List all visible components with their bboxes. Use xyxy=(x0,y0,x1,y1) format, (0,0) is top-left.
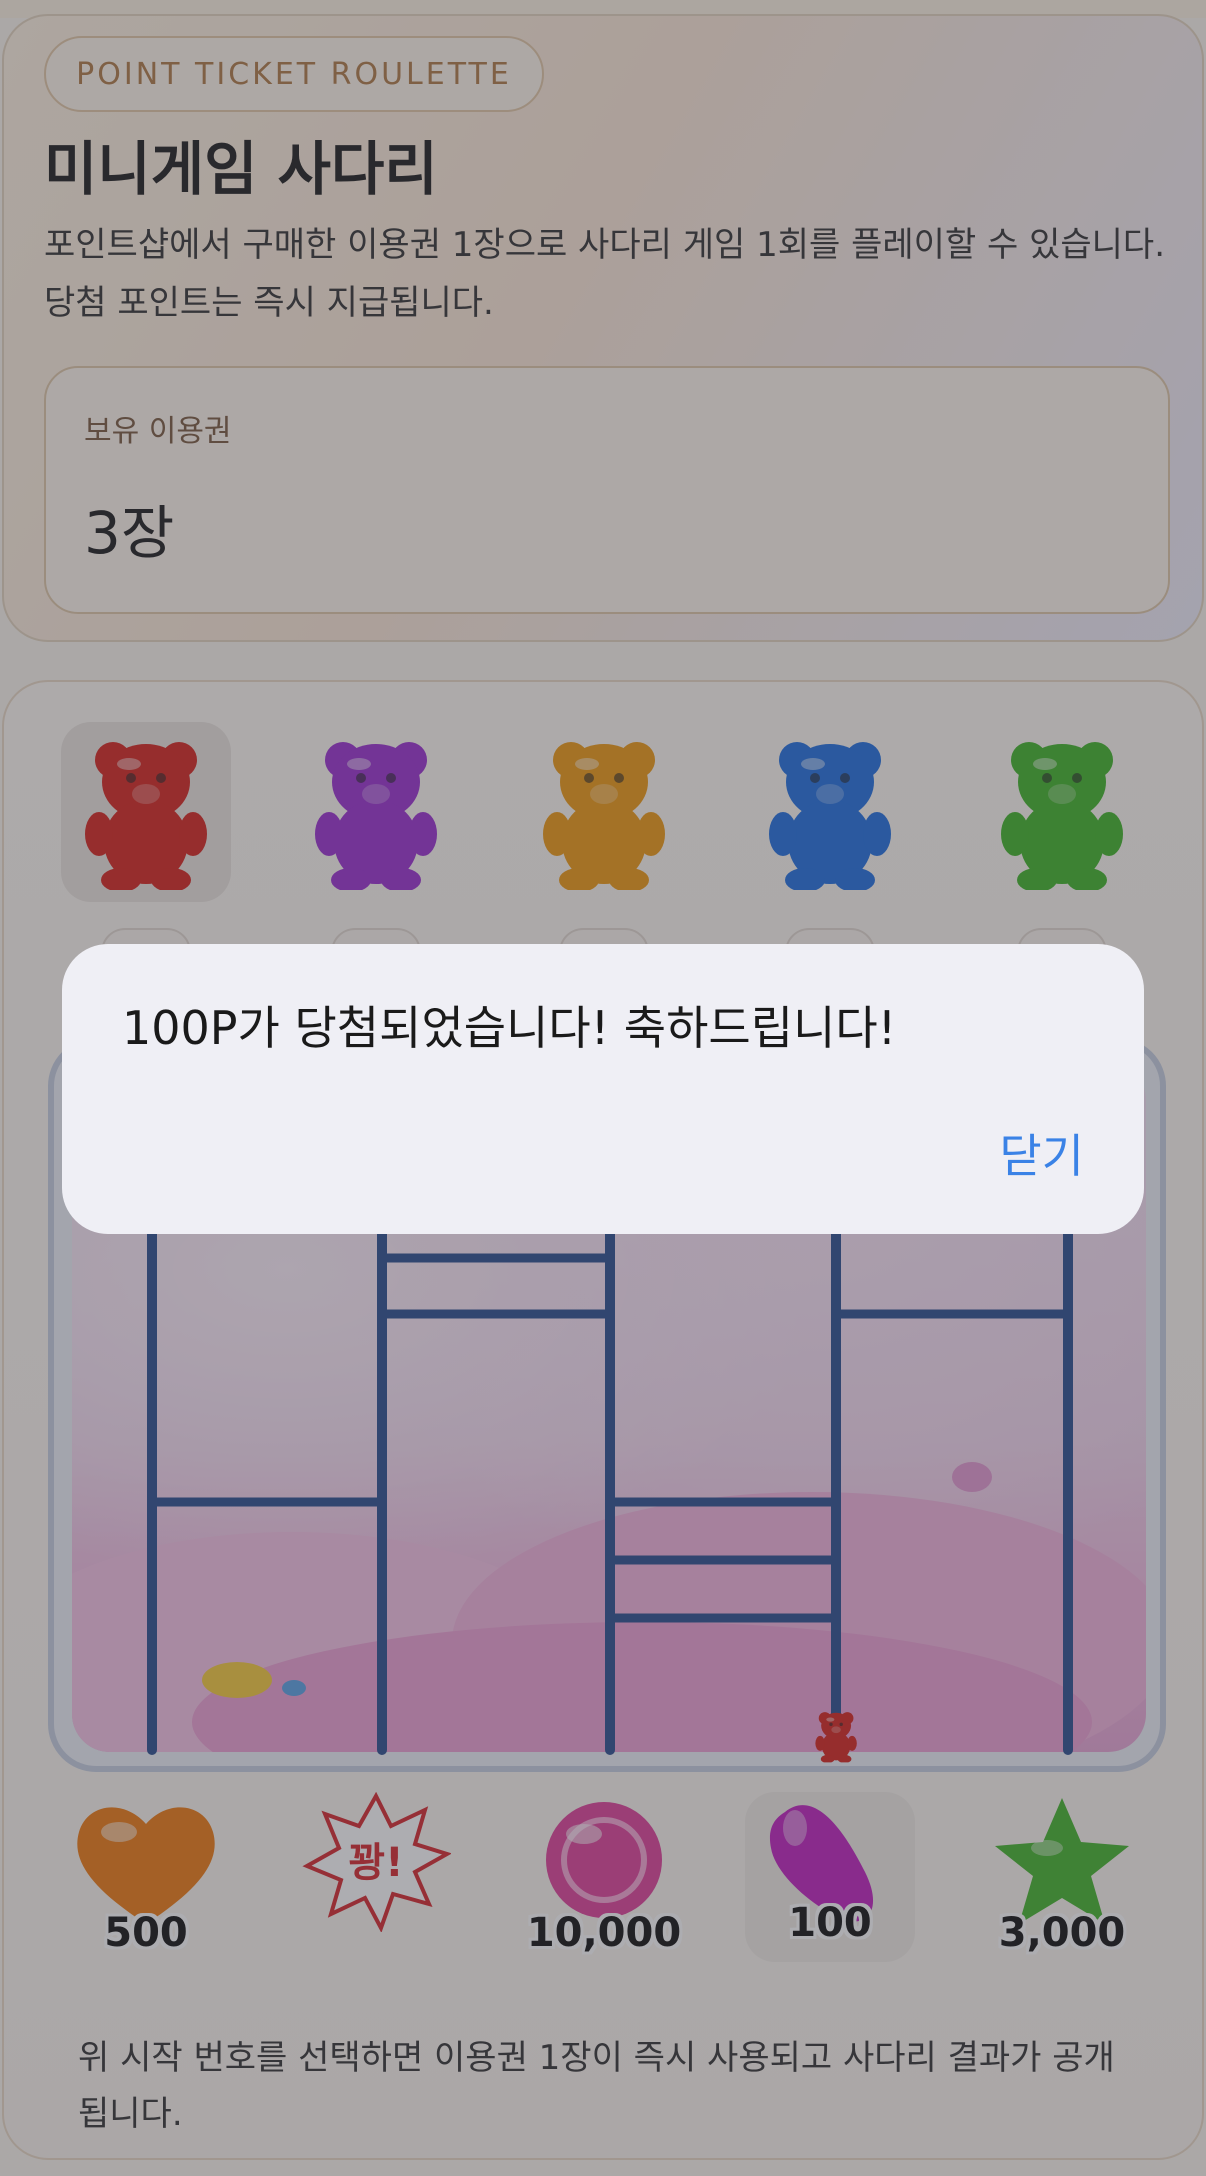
alert-message: 100P가 당첨되었습니다! 축하드립니다! xyxy=(122,1001,897,1055)
page: POINT TICKET ROULETTE 미니게임 사다리 포인트샵에서 구매… xyxy=(0,0,1206,2176)
result-alert-dialog: 100P가 당첨되었습니다! 축하드립니다! 닫기 xyxy=(62,944,1144,1234)
close-button[interactable]: 닫기 xyxy=(999,1120,1084,1186)
